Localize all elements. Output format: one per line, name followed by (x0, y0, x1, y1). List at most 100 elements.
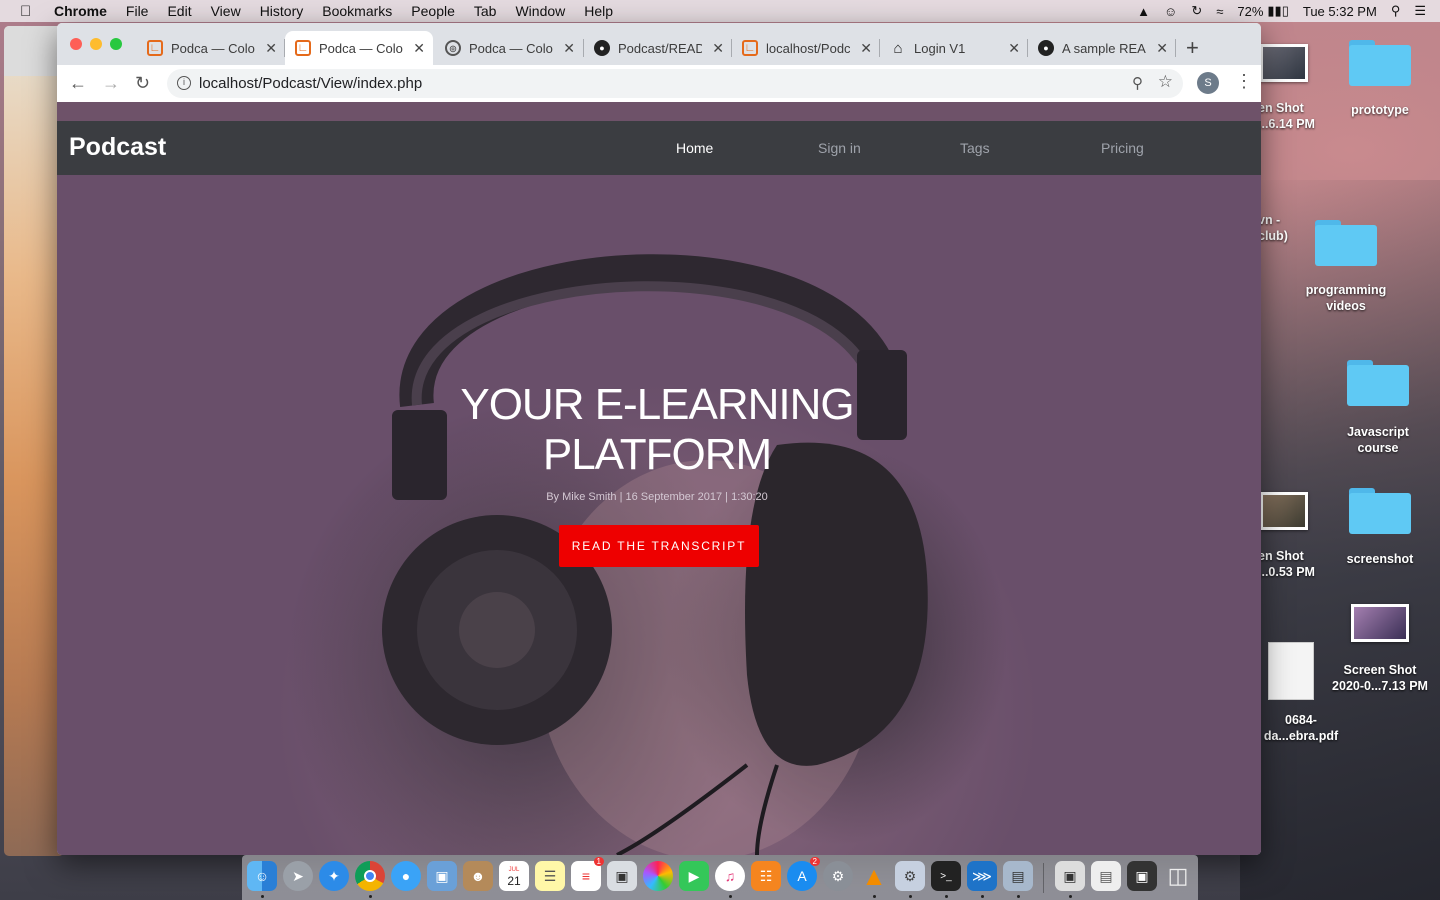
vscode-icon[interactable]: ⋙ (967, 861, 997, 891)
close-tab-icon[interactable]: ✕ (860, 40, 872, 57)
chrome-icon[interactable] (355, 861, 385, 891)
menu-view[interactable]: View (211, 3, 241, 19)
address-bar[interactable]: i localhost/Podcast/View/index.php ⚲ ☆ (167, 69, 1183, 98)
app-store-icon[interactable]: A 2 (787, 857, 820, 891)
xampp-icon: ∟ (742, 40, 758, 56)
menu-file[interactable]: File (126, 3, 149, 19)
back-arrow-icon[interactable]: ← (69, 73, 87, 94)
browser-tab[interactable]: ◎ Podca — Colo ✕ (435, 31, 583, 65)
terminal-icon[interactable]: >_ (931, 861, 961, 891)
desktop-icon-label: ...0.53 PM (1258, 565, 1315, 579)
browser-tab-active[interactable]: ∟ Podca — Colo ✕ (285, 31, 433, 65)
notes-icon[interactable]: ☰ (535, 861, 565, 891)
browser-tab[interactable]: ● A sample REA ✕ (1028, 31, 1176, 65)
profile-avatar[interactable]: S (1197, 72, 1219, 94)
reload-icon[interactable]: ↻ (135, 73, 150, 94)
globe-icon: ◎ (445, 40, 461, 56)
recent-screenshot-icon[interactable]: ▣ (1055, 861, 1085, 891)
photos-icon[interactable] (643, 861, 673, 891)
recent-window-icon[interactable]: ▣ (1127, 861, 1157, 891)
launchpad-icon[interactable]: ➤ (283, 861, 313, 891)
wifi-icon[interactable]: ≈ (1216, 4, 1223, 19)
photo-booth-icon[interactable]: ▣ (607, 861, 637, 891)
face-status-icon[interactable]: ☺ (1164, 4, 1177, 19)
hero-section: YOUR E-LEARNING PLATFORM By Mike Smith |… (57, 175, 1261, 855)
site-brand[interactable]: Podcast (69, 133, 166, 162)
desktop-icon-programming-videos[interactable]: programming videos (1300, 220, 1392, 314)
menu-window[interactable]: Window (515, 3, 565, 19)
desktop-icon-javascript-course[interactable]: Javascript course (1338, 360, 1418, 456)
close-window-button[interactable] (70, 38, 82, 50)
itunes-icon[interactable]: ♫ (715, 861, 745, 891)
safari-icon[interactable]: ✦ (319, 861, 349, 891)
tab-title: Podca — Colo (469, 40, 553, 56)
web-page: Podcast Home Sign in Tags Pricing YOUR E… (57, 102, 1261, 855)
battery-percent[interactable]: 72% (1237, 4, 1263, 19)
bookmark-star-icon[interactable]: ☆ (1158, 72, 1173, 92)
read-transcript-button[interactable]: READ THE TRANSCRIPT (559, 525, 759, 567)
notification-center-icon[interactable]: ☰ (1414, 3, 1426, 19)
forward-arrow-icon[interactable]: → (102, 73, 120, 94)
battery-icon[interactable]: ▮▮▯ (1267, 3, 1288, 19)
desktop-icon-screenshot-1[interactable]: en Shot ...6.14 PM (1258, 44, 1318, 132)
xampp-manager-icon[interactable]: ⚙ (895, 861, 925, 891)
system-preferences-icon[interactable]: ⚙ (823, 861, 853, 891)
app-store-badge: 2 (809, 857, 820, 866)
hero-headline-line-1: YOUR E-LEARNING (460, 380, 854, 429)
close-tab-icon[interactable]: ✕ (1156, 40, 1168, 57)
browser-tab[interactable]: ∟ localhost/Podc ✕ (732, 31, 880, 65)
menu-edit[interactable]: Edit (167, 3, 191, 19)
menu-bookmarks[interactable]: Bookmarks (322, 3, 392, 19)
browser-toolbar: ← → ↻ i localhost/Podcast/View/index.php… (57, 65, 1261, 102)
menu-help[interactable]: Help (584, 3, 613, 19)
menu-tab[interactable]: Tab (474, 3, 497, 19)
clock[interactable]: Tue 5:32 PM (1303, 4, 1377, 19)
new-tab-plus-icon[interactable]: + (1186, 35, 1199, 61)
menu-app-name[interactable]: Chrome (54, 3, 107, 19)
close-tab-icon[interactable]: ✕ (265, 40, 277, 57)
desktop-icon-prototype[interactable]: prototype (1340, 40, 1420, 118)
vlc-status-icon[interactable]: ▲ (1137, 4, 1150, 19)
nav-tags[interactable]: Tags (960, 140, 990, 156)
ibooks-icon[interactable]: ☷ (751, 861, 781, 891)
preview-scanner-icon[interactable]: ▤ (1003, 861, 1033, 891)
reminders-icon[interactable]: ≡ 1 (571, 857, 604, 891)
recent-document-icon[interactable]: ▤ (1091, 861, 1121, 891)
nav-pricing[interactable]: Pricing (1101, 140, 1144, 156)
facetime-icon[interactable]: ▶ (679, 861, 709, 891)
zoom-magnifier-icon[interactable]: ⚲ (1132, 74, 1143, 92)
spotlight-search-icon[interactable]: ⚲ (1391, 3, 1401, 19)
home-icon: ⌂ (893, 39, 903, 57)
calendar-icon[interactable]: JUL 21 (499, 861, 529, 891)
desktop-icon-pdf[interactable]: 0684- da...ebra.pdf (1258, 642, 1344, 744)
close-tab-icon[interactable]: ✕ (1008, 40, 1020, 57)
apple-menu-icon[interactable]:  (20, 3, 38, 20)
browser-tab[interactable]: ∟ Podca — Colo ✕ (137, 31, 285, 65)
desktop-icon-screenshot-folder[interactable]: screenshot (1340, 488, 1420, 567)
desktop-icon-screenshot-2[interactable]: en Shot ...0.53 PM (1258, 492, 1318, 580)
menu-history[interactable]: History (260, 3, 304, 19)
close-tab-icon[interactable]: ✕ (413, 40, 425, 57)
time-machine-icon[interactable]: ↻ (1191, 3, 1202, 19)
browser-tab[interactable]: ⌂ Login V1 ✕ (880, 31, 1028, 65)
minimize-window-button[interactable] (90, 38, 102, 50)
close-tab-icon[interactable]: ✕ (563, 40, 575, 57)
finder-icon[interactable]: ☺ (247, 861, 277, 891)
browser-tab[interactable]: ● Podcast/READ ✕ (584, 31, 732, 65)
preview-icon[interactable]: ▣ (427, 861, 457, 891)
menu-people[interactable]: People (411, 3, 455, 19)
desktop-icon-label: 0684- (1285, 713, 1317, 727)
close-tab-icon[interactable]: ✕ (712, 40, 724, 57)
chrome-menu-icon[interactable]: ⋮ (1235, 71, 1253, 92)
nav-home[interactable]: Home (676, 140, 713, 156)
nav-sign-in[interactable]: Sign in (818, 140, 861, 156)
vlc-icon[interactable]: ▲ (859, 861, 889, 891)
background-window[interactable] (4, 26, 64, 856)
site-info-icon[interactable]: i (177, 76, 191, 90)
github-icon: ● (594, 40, 610, 56)
trash-icon[interactable]: ◫ (1163, 861, 1193, 891)
messages-icon[interactable]: ● (391, 861, 421, 891)
contacts-icon[interactable]: ☻ (463, 861, 493, 891)
maximize-window-button[interactable] (110, 38, 122, 50)
address-url[interactable]: localhost/Podcast/View/index.php (199, 75, 422, 92)
